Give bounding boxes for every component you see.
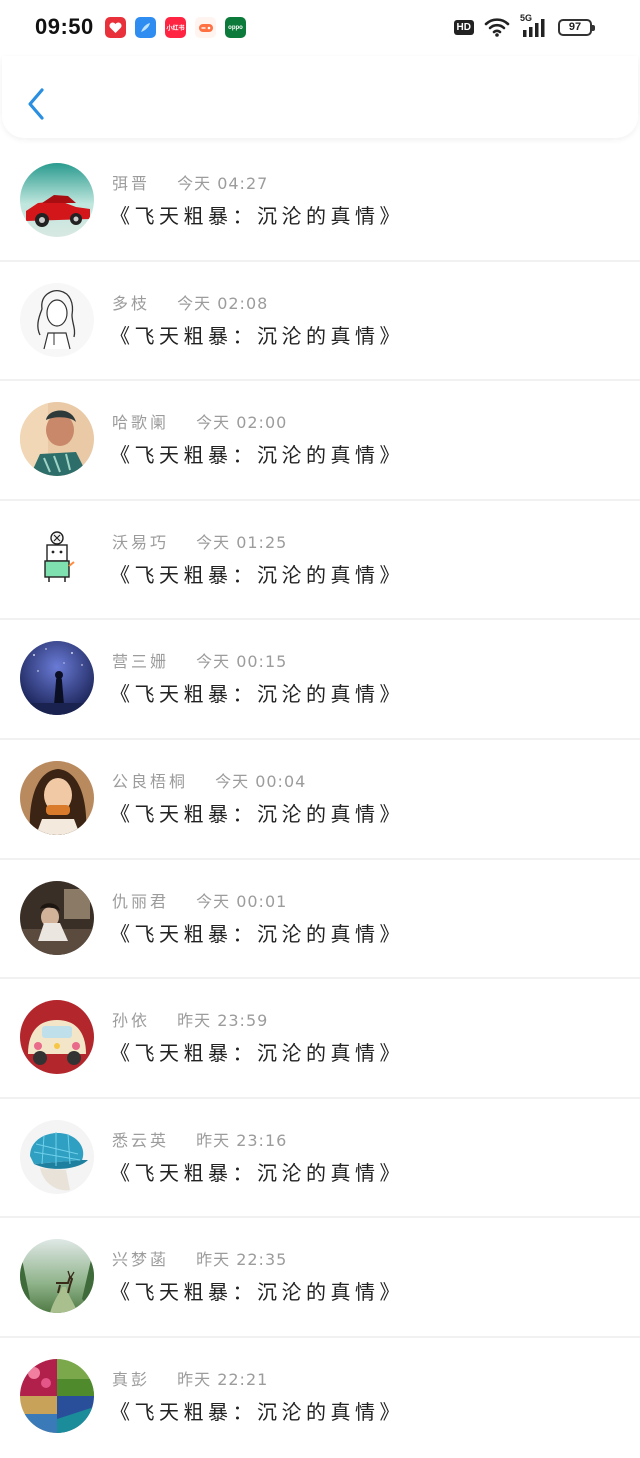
- item-title[interactable]: 《飞天粗暴：沉沦的真情》: [110, 798, 404, 827]
- item-meta: 真彭 昨天 22:21: [112, 1366, 268, 1390]
- avatar[interactable]: [20, 1239, 94, 1314]
- author-name[interactable]: 弭晋: [112, 174, 150, 193]
- item-title[interactable]: 《飞天粗暴：沉沦的真情》: [110, 678, 404, 707]
- timestamp: 今天 02:08: [177, 293, 269, 313]
- item-meta: 公良梧桐 今天 00:04: [112, 768, 306, 792]
- item-meta: 营三姗 今天 00:15: [112, 648, 287, 672]
- comment-list: 弭晋 今天 04:27 《飞天粗暴：沉沦的真情》 多枝 今天 02:08 《飞天…: [0, 142, 640, 1458]
- list-item[interactable]: 孙依 昨天 23:59 《飞天粗暴：沉沦的真情》: [0, 979, 640, 1099]
- author-name[interactable]: 哈歌阑: [112, 413, 169, 432]
- list-item[interactable]: 哈歌阑 今天 02:00 《飞天粗暴：沉沦的真情》: [0, 381, 640, 501]
- blue-feather-app-icon: [135, 17, 156, 38]
- avatar[interactable]: [20, 1000, 94, 1075]
- avatar[interactable]: [20, 641, 94, 716]
- back-button[interactable]: [22, 84, 52, 124]
- avatar[interactable]: [20, 1358, 94, 1433]
- item-meta: 仇丽君 今天 00:01: [112, 888, 287, 912]
- status-bar: 09:50 小红书 oppo HD 5G 97: [0, 0, 640, 56]
- timestamp: 今天 04:27: [177, 174, 269, 193]
- author-name[interactable]: 悉云英: [112, 1131, 169, 1150]
- item-title[interactable]: 《飞天粗暴：沉沦的真情》: [110, 1276, 404, 1305]
- list-item[interactable]: 多枝 今天 02:08 《飞天粗暴：沉沦的真情》: [0, 262, 640, 382]
- timestamp: 今天 00:15: [196, 652, 288, 672]
- list-item[interactable]: 弭晋 今天 04:27 《飞天粗暴：沉沦的真情》: [0, 142, 640, 262]
- timestamp: 昨天 23:16: [196, 1130, 288, 1150]
- timestamp: 今天 01:25: [196, 532, 288, 552]
- item-meta: 沃易巧 今天 01:25: [112, 529, 287, 553]
- item-title[interactable]: 《飞天粗暴：沉沦的真情》: [110, 1037, 404, 1066]
- top-nav-bar: [2, 56, 638, 138]
- timestamp: 昨天 22:35: [196, 1250, 288, 1270]
- timestamp: 昨天 23:59: [177, 1011, 269, 1031]
- author-name[interactable]: 多枝: [112, 294, 150, 313]
- list-item[interactable]: 兴梦菡 昨天 22:35 《飞天粗暴：沉沦的真情》: [0, 1218, 640, 1338]
- item-meta: 多枝 今天 02:08: [112, 290, 268, 314]
- hd-badge: HD: [453, 19, 474, 35]
- list-item[interactable]: 沃易巧 今天 01:25 《飞天粗暴：沉沦的真情》: [0, 501, 640, 621]
- list-item[interactable]: 仇丽君 今天 00:01 《飞天粗暴：沉沦的真情》: [0, 860, 640, 980]
- avatar[interactable]: [20, 521, 94, 596]
- item-title[interactable]: 《飞天粗暴：沉沦的真情》: [110, 1157, 404, 1186]
- item-title[interactable]: 《飞天粗暴：沉沦的真情》: [110, 200, 404, 229]
- red-heart-app-icon: [105, 17, 126, 38]
- item-meta: 兴梦菡 昨天 22:35: [112, 1246, 287, 1270]
- author-name[interactable]: 沃易巧: [112, 533, 169, 552]
- item-meta: 哈歌阑 今天 02:00: [112, 409, 287, 433]
- timestamp: 今天 00:04: [215, 771, 307, 791]
- wifi-icon: [484, 18, 510, 37]
- item-meta: 弭晋 今天 04:27: [112, 170, 268, 194]
- author-name[interactable]: 公良梧桐: [112, 772, 188, 791]
- avatar[interactable]: [20, 1119, 94, 1194]
- item-title[interactable]: 《飞天粗暴：沉沦的真情》: [110, 1396, 404, 1425]
- battery-indicator: 97: [558, 18, 595, 36]
- author-name[interactable]: 真彭: [112, 1370, 150, 1389]
- avatar[interactable]: [20, 760, 94, 835]
- status-time: 09:50: [35, 14, 94, 39]
- list-item[interactable]: 营三姗 今天 00:15 《飞天粗暴：沉沦的真情》: [0, 620, 640, 740]
- status-app-icons: 小红书 oppo: [105, 17, 246, 38]
- timestamp: 昨天 22:21: [177, 1369, 269, 1389]
- item-title[interactable]: 《飞天粗暴：沉沦的真情》: [110, 439, 404, 468]
- item-title[interactable]: 《飞天粗暴：沉沦的真情》: [110, 559, 404, 588]
- avatar[interactable]: [20, 163, 94, 237]
- item-title[interactable]: 《飞天粗暴：沉沦的真情》: [110, 320, 404, 349]
- author-name[interactable]: 仇丽君: [112, 892, 169, 911]
- list-item[interactable]: 悉云英 昨天 23:16 《飞天粗暴：沉沦的真情》: [0, 1099, 640, 1219]
- avatar[interactable]: [20, 402, 94, 477]
- author-name[interactable]: 兴梦菡: [112, 1250, 169, 1269]
- list-item[interactable]: 真彭 昨天 22:21 《飞天粗暴：沉沦的真情》: [0, 1338, 640, 1458]
- avatar[interactable]: [20, 282, 94, 357]
- oppo-app-icon: oppo: [225, 17, 246, 38]
- status-indicators: HD 5G 97: [453, 13, 595, 38]
- timestamp: 今天 02:00: [196, 413, 288, 433]
- timestamp: 今天 00:01: [196, 891, 288, 911]
- item-title[interactable]: 《飞天粗暴：沉沦的真情》: [110, 918, 404, 947]
- list-item[interactable]: 公良梧桐 今天 00:04 《飞天粗暴：沉沦的真情》: [0, 740, 640, 860]
- signal-icon: 5G: [520, 13, 548, 38]
- chevron-left-icon: [28, 88, 44, 120]
- item-meta: 悉云英 昨天 23:16: [112, 1127, 287, 1151]
- xiaohongshu-app-icon: 小红书: [165, 17, 186, 38]
- avatar[interactable]: [20, 880, 94, 955]
- author-name[interactable]: 孙依: [112, 1011, 150, 1030]
- author-name[interactable]: 营三姗: [112, 652, 169, 671]
- item-meta: 孙依 昨天 23:59: [112, 1007, 268, 1031]
- game-center-app-icon: [195, 17, 216, 38]
